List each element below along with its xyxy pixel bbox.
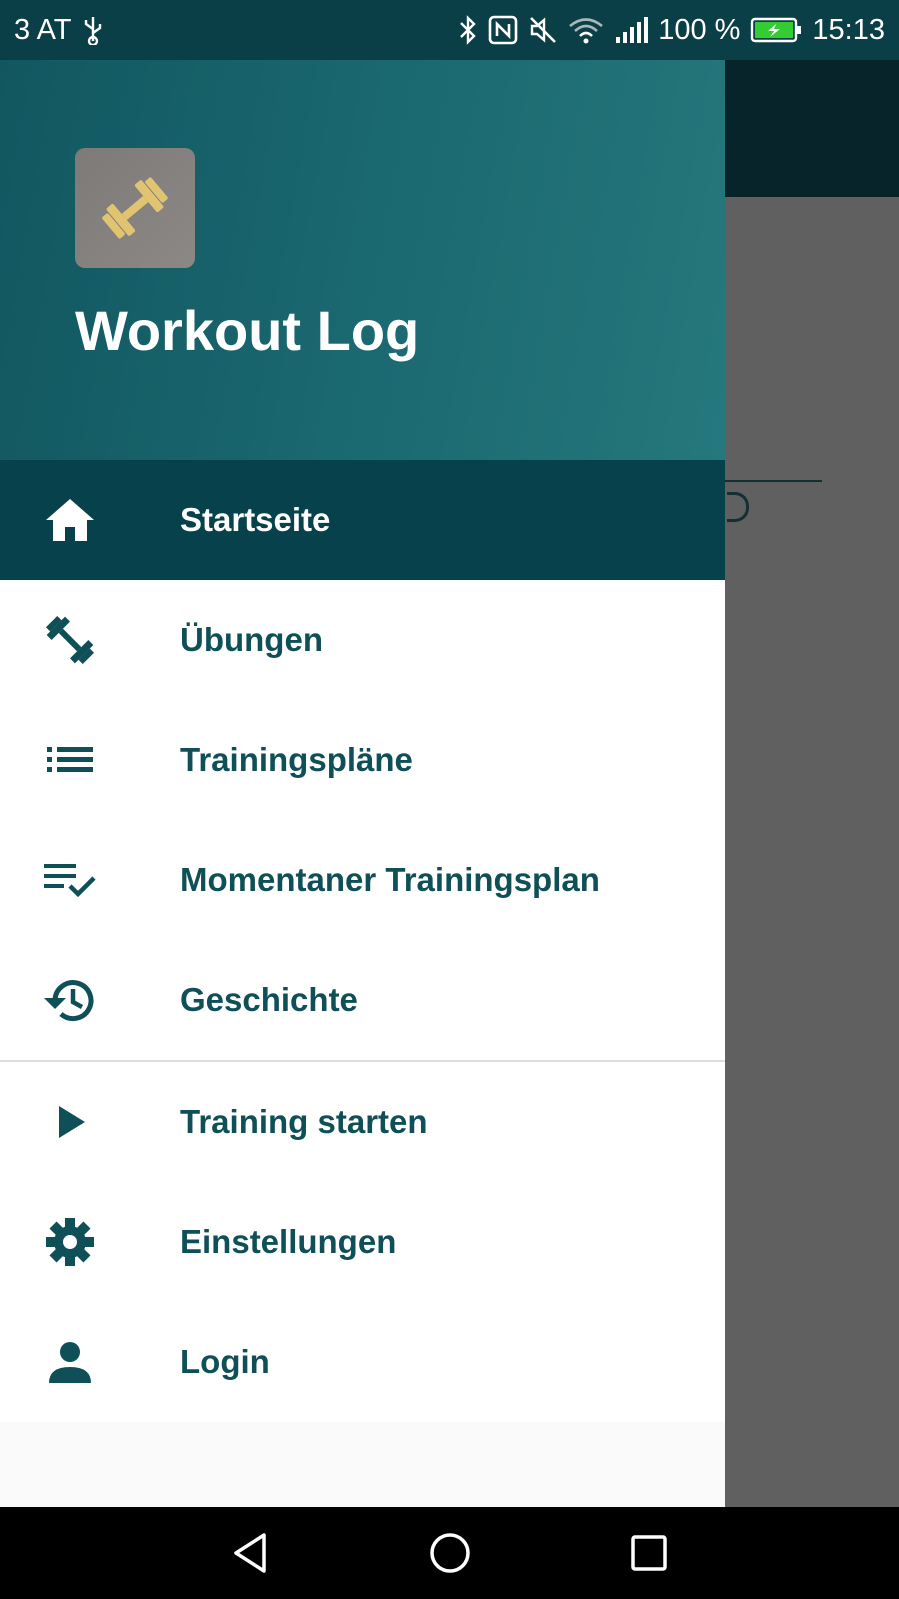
drawer-item-momentaner-trainingsplan[interactable]: Momentaner Trainingsplan bbox=[0, 820, 725, 940]
person-icon bbox=[42, 1334, 98, 1390]
battery-percent: 100 % bbox=[658, 13, 741, 46]
background-scrim[interactable] bbox=[725, 197, 899, 1507]
home-icon bbox=[42, 492, 98, 548]
battery-charging-icon bbox=[750, 15, 802, 45]
list-icon bbox=[42, 732, 98, 788]
background-divider bbox=[725, 480, 822, 482]
gear-icon bbox=[42, 1214, 98, 1270]
usb-icon bbox=[82, 15, 104, 45]
nfc-icon bbox=[488, 15, 518, 45]
drawer-item-label: Login bbox=[180, 1343, 270, 1380]
navigation-drawer: Workout Log Startseite Übungen Trainings… bbox=[0, 60, 725, 1507]
play-icon bbox=[42, 1094, 98, 1150]
drawer-item-geschichte[interactable]: Geschichte bbox=[0, 940, 725, 1060]
background-toolbar bbox=[725, 60, 899, 197]
status-bar: 3 AT 100 % 15:13 bbox=[0, 0, 899, 60]
drawer-item-label: Trainingspläne bbox=[180, 741, 413, 778]
history-icon bbox=[42, 972, 98, 1028]
drawer-header: Workout Log bbox=[0, 60, 725, 460]
system-navigation-bar bbox=[0, 1507, 899, 1599]
app-logo bbox=[75, 148, 195, 268]
drawer-item-startseite[interactable]: Startseite bbox=[0, 460, 725, 580]
drawer-item-training-starten[interactable]: Training starten bbox=[0, 1062, 725, 1182]
drawer-item-trainingsplaene[interactable]: Trainingspläne bbox=[0, 700, 725, 820]
drawer-item-label: Übungen bbox=[180, 621, 323, 658]
drawer-item-einstellungen[interactable]: Einstellungen bbox=[0, 1182, 725, 1302]
drawer-item-uebungen[interactable]: Übungen bbox=[0, 580, 725, 700]
drawer-menu: Startseite Übungen Trainingspläne Moment… bbox=[0, 460, 725, 1422]
dumbbell-icon bbox=[42, 612, 98, 668]
drawer-item-label: Geschichte bbox=[180, 981, 358, 1018]
signal-icon bbox=[614, 15, 649, 45]
app-title: Workout Log bbox=[75, 299, 420, 362]
carrier-label: 3 AT bbox=[14, 13, 72, 46]
drawer-item-label: Einstellungen bbox=[180, 1223, 397, 1260]
back-icon[interactable] bbox=[230, 1531, 270, 1575]
wifi-icon bbox=[568, 15, 604, 45]
recents-icon[interactable] bbox=[629, 1533, 669, 1573]
bluetooth-icon bbox=[458, 15, 478, 45]
drawer-item-label: Momentaner Trainingsplan bbox=[180, 861, 600, 898]
muted-icon bbox=[528, 15, 558, 45]
drawer-item-label: Training starten bbox=[180, 1103, 428, 1140]
dumbbell-logo-icon bbox=[102, 177, 168, 239]
clock: 15:13 bbox=[812, 13, 885, 46]
playlist-check-icon bbox=[42, 852, 98, 908]
drawer-item-login[interactable]: Login bbox=[0, 1302, 725, 1422]
home-circle-icon[interactable] bbox=[428, 1531, 472, 1575]
drawer-item-label: Startseite bbox=[180, 501, 331, 538]
